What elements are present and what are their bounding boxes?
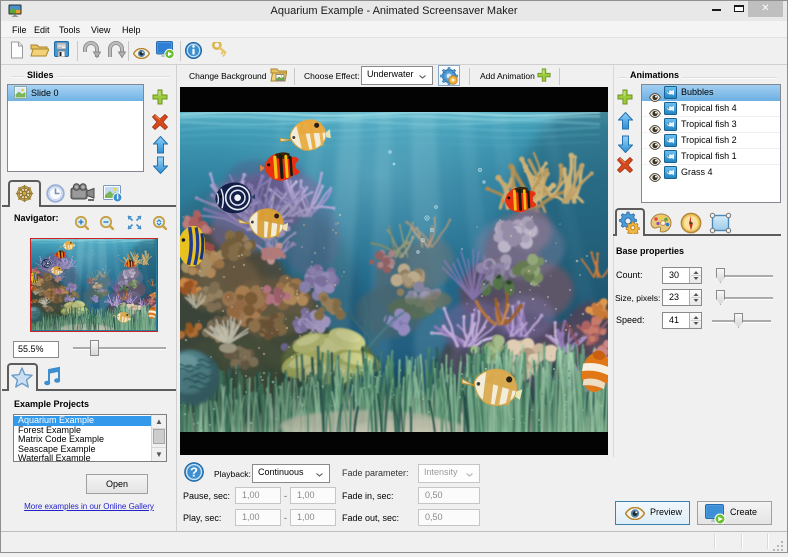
- svg-text:?: ?: [190, 465, 198, 480]
